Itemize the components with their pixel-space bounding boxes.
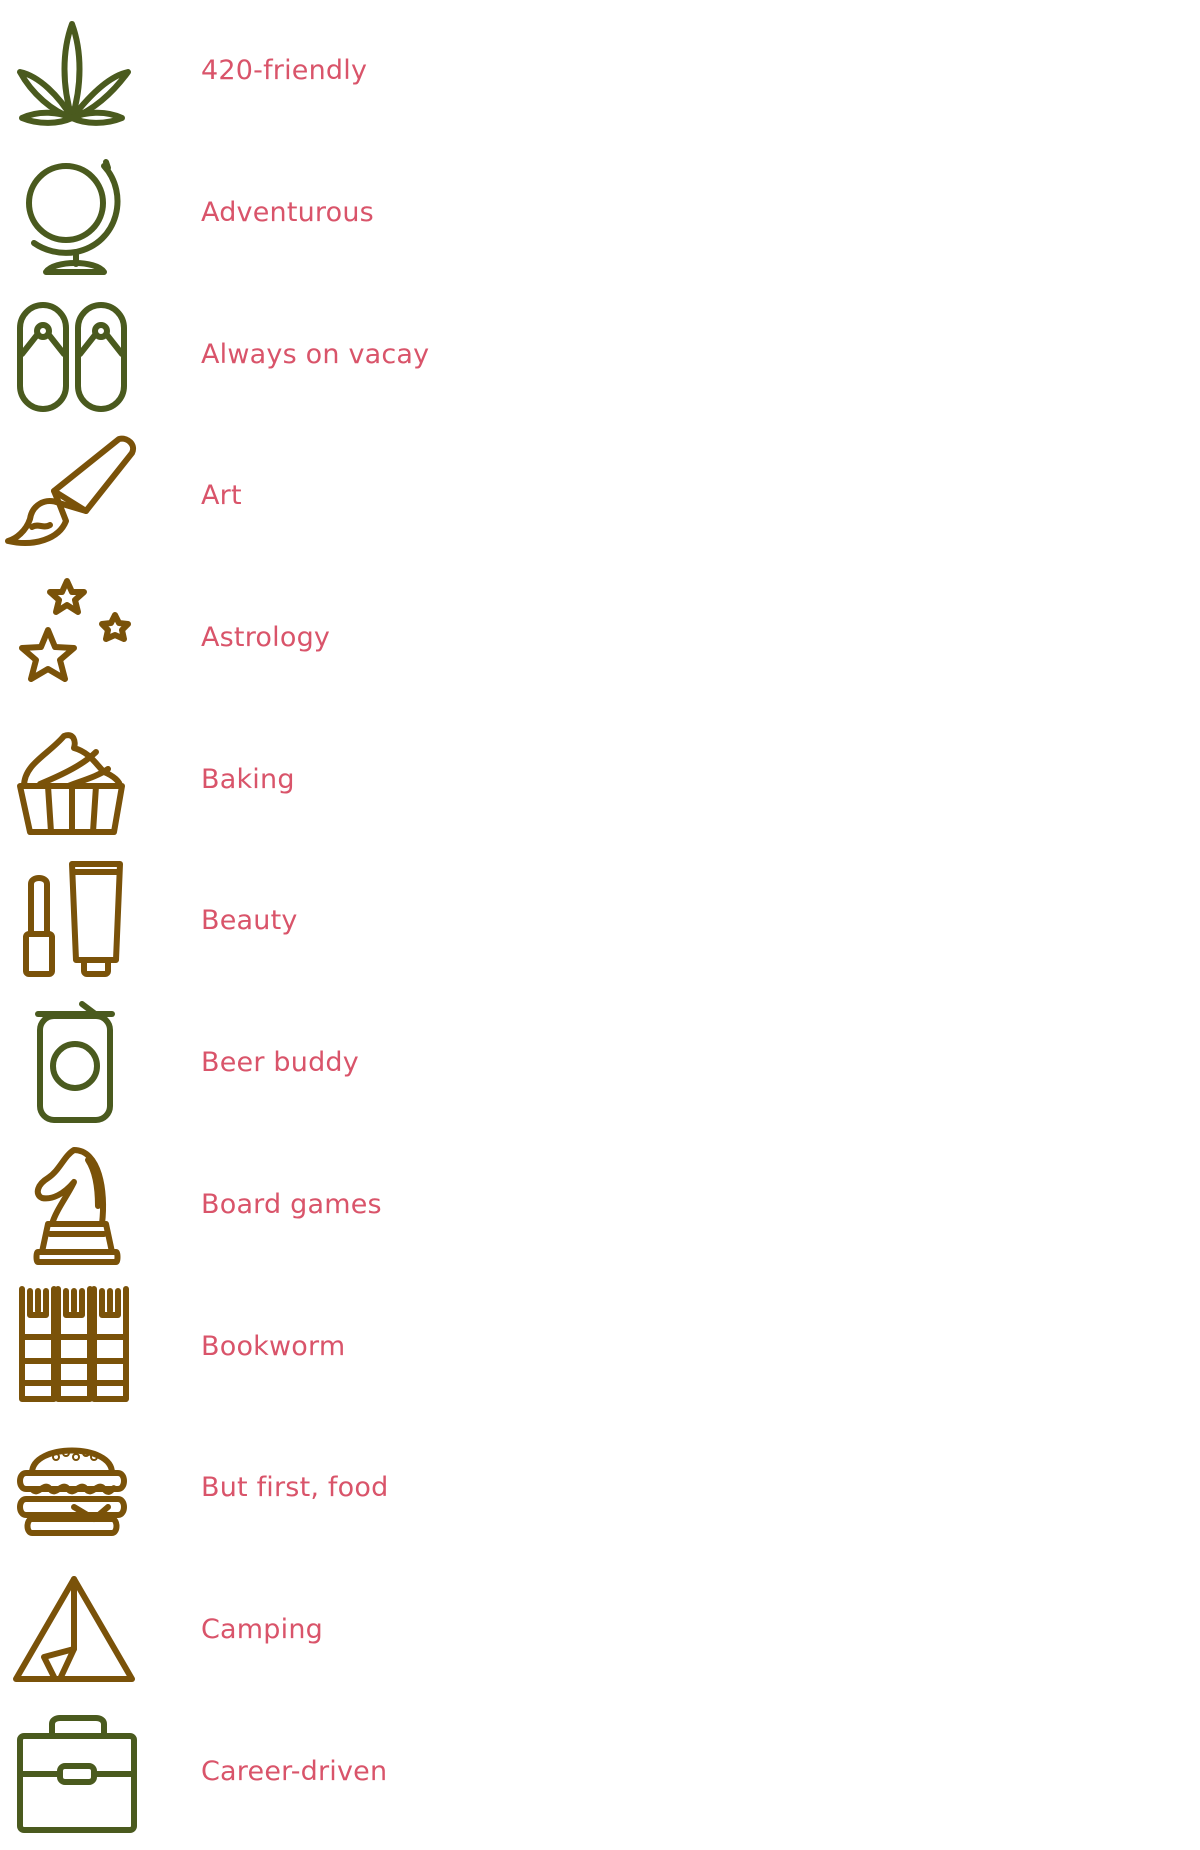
- tent-icon: [4, 1565, 140, 1695]
- list-item[interactable]: Board games: [0, 1134, 1200, 1276]
- beer-can-icon: [4, 998, 140, 1128]
- cupcake-icon: [4, 714, 140, 844]
- lipstick-tube-icon: [4, 856, 140, 986]
- item-label: Beauty: [201, 905, 298, 937]
- list-item[interactable]: Art: [0, 425, 1200, 567]
- burger-icon: [4, 1423, 140, 1553]
- paintbrush-icon: [4, 431, 140, 561]
- item-label: Career-driven: [201, 1755, 388, 1787]
- briefcase-icon: [4, 1706, 140, 1836]
- item-label: Camping: [201, 1613, 323, 1645]
- list-item[interactable]: Baking: [0, 708, 1200, 850]
- list-item[interactable]: Beer buddy: [0, 992, 1200, 1134]
- item-label: 420-friendly: [201, 55, 368, 87]
- list-item[interactable]: But first, food: [0, 1417, 1200, 1559]
- flip-flops-icon: [4, 289, 140, 419]
- books-icon: [4, 1281, 140, 1411]
- interest-list: 420-friendly Adventurous Always on vacay…: [0, 0, 1200, 1842]
- item-label: Beer buddy: [201, 1047, 359, 1079]
- item-label: Astrology: [201, 622, 331, 654]
- list-item[interactable]: 420-friendly: [0, 0, 1200, 142]
- item-label: Board games: [201, 1188, 382, 1220]
- list-item[interactable]: Astrology: [0, 567, 1200, 709]
- chess-knight-icon: [4, 1140, 140, 1270]
- stars-icon: [4, 573, 140, 703]
- item-label: But first, food: [201, 1472, 389, 1504]
- item-label: Adventurous: [201, 197, 374, 229]
- list-item[interactable]: Career-driven: [0, 1700, 1200, 1842]
- globe-icon: [4, 148, 140, 278]
- list-item[interactable]: Adventurous: [0, 142, 1200, 284]
- item-label: Baking: [201, 763, 295, 795]
- cannabis-leaf-icon: [4, 6, 140, 136]
- list-item[interactable]: Bookworm: [0, 1275, 1200, 1417]
- list-item[interactable]: Camping: [0, 1559, 1200, 1701]
- item-label: Bookworm: [201, 1330, 346, 1362]
- list-item[interactable]: Always on vacay: [0, 283, 1200, 425]
- item-label: Art: [201, 480, 242, 512]
- list-item[interactable]: Beauty: [0, 850, 1200, 992]
- item-label: Always on vacay: [201, 338, 430, 370]
